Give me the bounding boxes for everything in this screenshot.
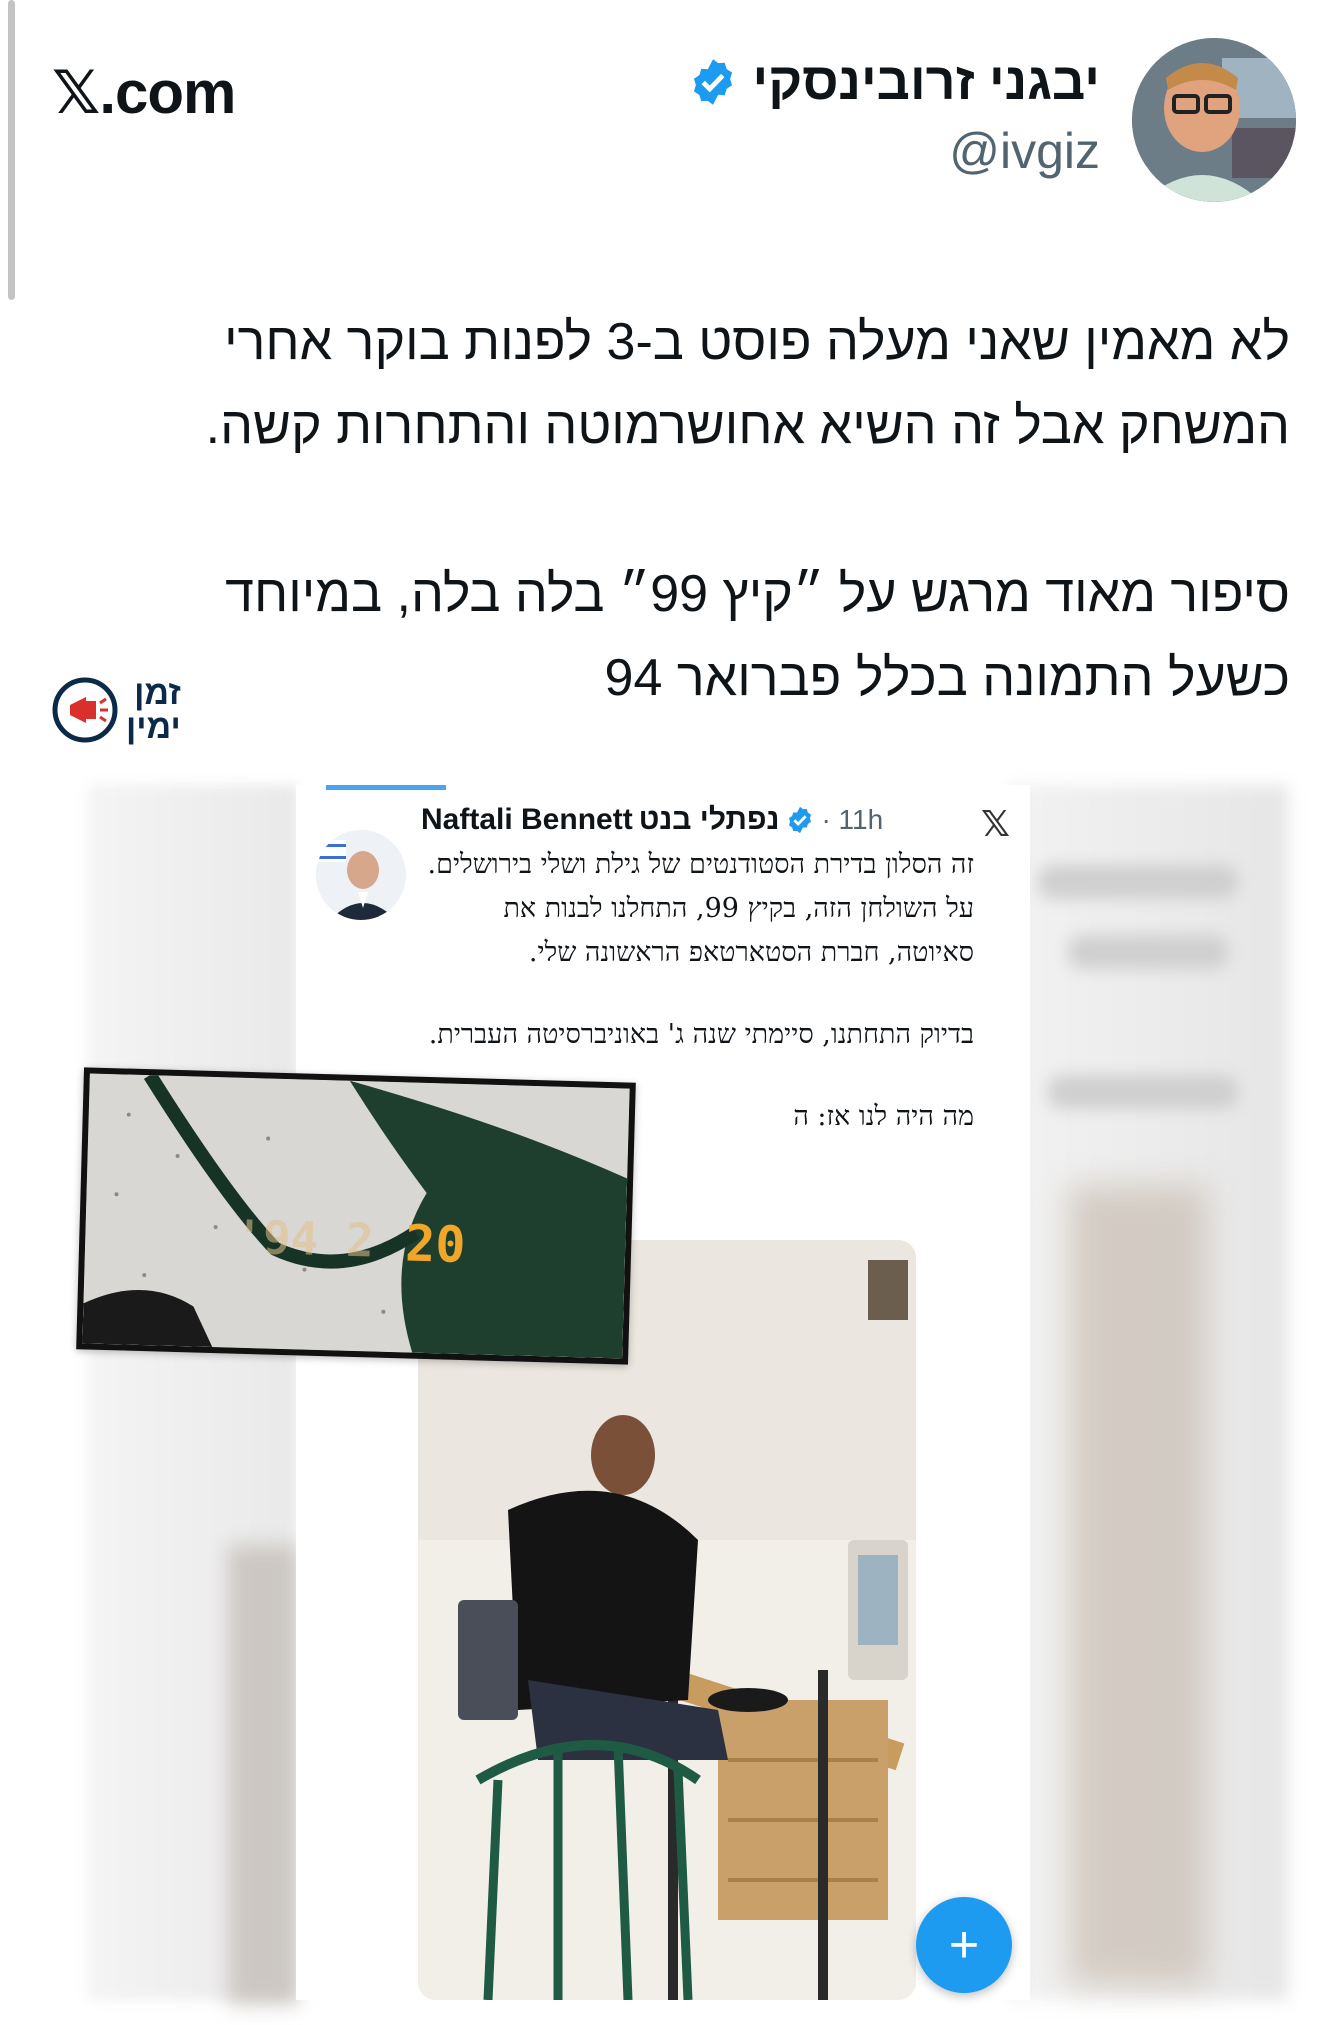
compose-fab-button[interactable]: + [916, 1897, 1012, 1993]
x-logo-icon: 𝕏 [980, 803, 1010, 844]
embedded-author-avatar [316, 830, 406, 920]
verified-badge-icon [687, 56, 739, 108]
tweet-text: לא מאמין שאני מעלה פוסט ב-3 לפנות בוקר א… [30, 300, 1290, 720]
tweet-paragraph: סיפור מאוד מרגש על ״קיץ 99״ בלה בלה, במי… [225, 565, 1290, 707]
svg-text:20: 20 [404, 1214, 466, 1274]
site-label: 𝕏.com [52, 59, 236, 126]
watermark-line: ימין [126, 708, 181, 746]
embedded-author-name-hebrew: נפתלי בנט [638, 803, 780, 836]
author-name[interactable]: יבגני זרובינסקי [753, 52, 1100, 112]
megaphone-clock-icon [52, 677, 118, 743]
tweet-media[interactable]: Naftali Bennett נפתלי בנט · 11h 𝕏 זה הסל… [76, 785, 1288, 2005]
watermark-logo: זמן ימין [52, 676, 181, 744]
embedded-post-time: · 11h [821, 804, 884, 835]
tweet-paragraph: לא מאמין שאני מעלה פוסט ב-3 לפנות בוקר א… [205, 313, 1290, 455]
blurred-background [228, 1545, 298, 2005]
blurred-background [1068, 1185, 1208, 1985]
scroll-indicator[interactable] [8, 0, 15, 300]
author-handle[interactable]: @ivgiz [687, 122, 1100, 180]
author-avatar[interactable] [1132, 38, 1296, 202]
embedded-post-paragraph: זה הסלון בדירת הסטודנטים של גילת ושלי בי… [427, 849, 974, 968]
embedded-post-header: Naftali Bennett נפתלי בנט · 11h [421, 803, 883, 837]
date-stamp-photo: '94 2 20 [76, 1067, 636, 1365]
date-stamp-text: '94 2 [235, 1210, 375, 1268]
watermark-line: זמן [134, 674, 181, 712]
author-block: יבגני זרובינסקי @ivgiz [687, 52, 1100, 180]
embedded-post-paragraph: בדיוק התחתנו, סיימתי שנה ג' באוניברסיטה … [428, 1019, 974, 1050]
verified-badge-icon [789, 806, 812, 834]
active-tab-indicator [326, 785, 446, 790]
embedded-author-name: Naftali Bennett [421, 803, 633, 836]
